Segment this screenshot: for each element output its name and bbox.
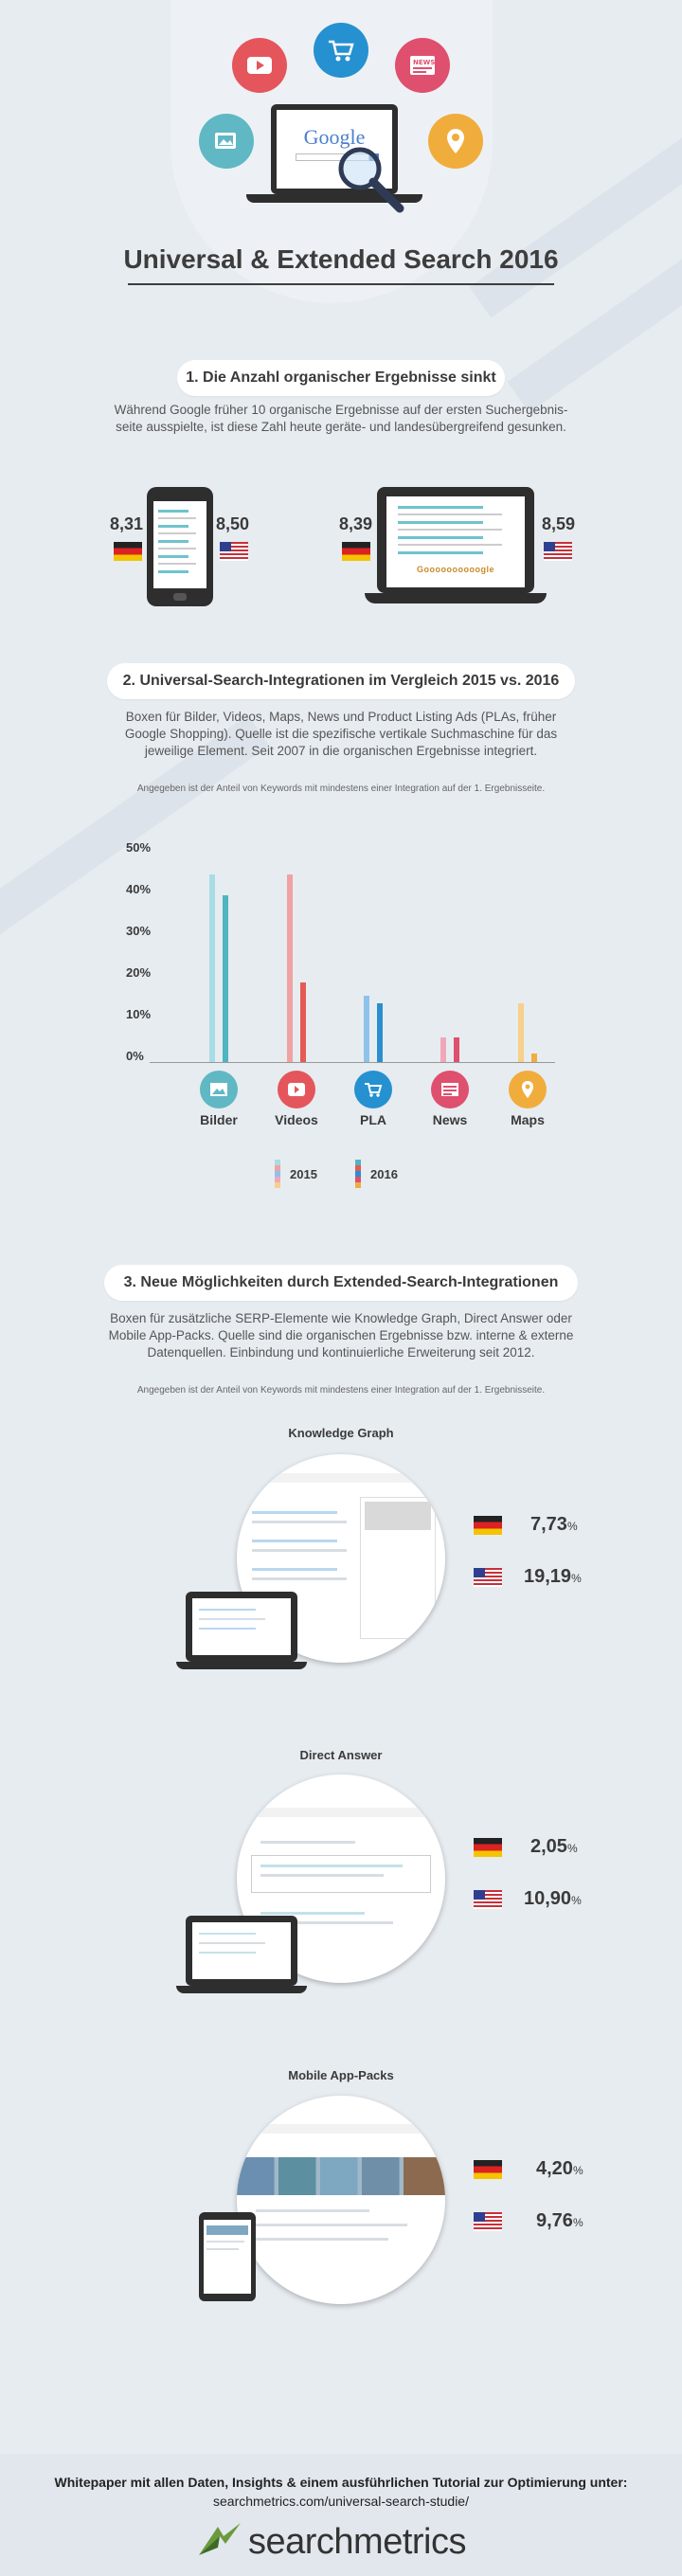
desktop-de-value: 8,39 — [339, 514, 373, 533]
category-label-bilder: Bilder — [200, 1112, 238, 1127]
direct-answer-title: Direct Answer — [299, 1748, 383, 1762]
flag-germany-icon — [474, 1516, 502, 1535]
tablet-illustration — [199, 2212, 256, 2301]
bar-2016-news — [454, 1036, 459, 1062]
bar-2015-maps — [518, 1003, 524, 1062]
bar-2016-bilder — [223, 895, 228, 1062]
kg-de-value: 7,73% — [530, 1514, 578, 1535]
laptop-illustration: Goooooooooogle — [377, 487, 534, 593]
video-icon — [278, 1071, 315, 1108]
title-underline — [128, 283, 554, 285]
kg-laptop-base — [176, 1662, 307, 1669]
section1-heading: 1. Die Anzahl organischer Ergebnisse sin… — [177, 360, 505, 396]
laptop-google-logo: Goooooooooogle — [417, 565, 494, 574]
da-laptop-illustration — [186, 1916, 297, 1986]
flag-germany-icon — [474, 1838, 502, 1857]
x-axis-line — [150, 1062, 555, 1063]
svg-text:NEWS: NEWS — [413, 59, 435, 66]
flag-usa-icon — [474, 1890, 502, 1909]
image-icon — [199, 114, 254, 169]
bar-2015-bilder — [209, 874, 215, 1062]
section3-heading: 3. Neue Möglichkeiten durch Extended-Sea… — [104, 1265, 578, 1301]
map-pin-icon — [509, 1071, 547, 1108]
flag-germany-icon — [342, 542, 370, 561]
section2-note: Angegeben ist der Anteil von Keywords mi… — [136, 784, 546, 794]
news-icon: NEWS — [395, 38, 450, 93]
footer-link[interactable]: searchmetrics.com/universal-search-studi… — [0, 2494, 682, 2509]
map-pin-icon — [428, 114, 483, 169]
category-label-news: News — [432, 1112, 468, 1127]
legend-label-2015: 2015 — [290, 1167, 317, 1181]
app-de-value: 4,20% — [536, 2158, 583, 2179]
section1-text: Während Google früher 10 organische Erge… — [114, 403, 568, 434]
y-tick-20: 20% — [126, 965, 152, 980]
page-title: Universal & Extended Search 2016 — [123, 244, 559, 274]
y-tick-0: 0% — [126, 1049, 144, 1063]
y-tick-40: 40% — [126, 882, 152, 896]
phone-illustration — [147, 487, 213, 606]
footer-whitepaper-text: Whitepaper mit allen Daten, Insights & e… — [54, 2475, 628, 2490]
da-de-value: 2,05% — [530, 1836, 578, 1857]
shopping-cart-icon — [354, 1071, 392, 1108]
y-tick-50: 50% — [126, 840, 152, 855]
magnifier-icon — [333, 142, 409, 218]
knowledge-graph-title: Knowledge Graph — [288, 1426, 394, 1440]
bar-2016-videos — [300, 982, 306, 1062]
app-packs-title: Mobile App-Packs — [288, 2068, 394, 2082]
laptop-base — [365, 593, 547, 603]
desktop-us-value: 8,59 — [542, 514, 576, 533]
category-label-videos: Videos — [275, 1112, 318, 1127]
section2-heading: 2. Universal-Search-Integrationen im Ver… — [107, 663, 575, 699]
y-tick-30: 30% — [126, 924, 152, 938]
flag-germany-icon — [474, 2160, 502, 2179]
app-packs-screenshot — [237, 2096, 445, 2304]
kg-us-value: 19,19% — [524, 1566, 582, 1587]
mobile-us-value: 8,50 — [216, 514, 250, 533]
section3-text: Boxen für zusätzliche SERP-Elemente wie … — [108, 1311, 574, 1360]
searchmetrics-logo: searchmetrics — [248, 2522, 467, 2562]
bar-chart: 50% 40% 30% 20% 10% 0% — [0, 824, 682, 1146]
searchmetrics-logo-icon — [197, 2523, 244, 2561]
bar-2015-videos — [287, 874, 293, 1062]
legend-swatch-2015 — [275, 1160, 280, 1188]
bar-2015-pla — [364, 995, 369, 1062]
flag-germany-icon — [114, 542, 142, 561]
flag-usa-icon — [474, 1568, 502, 1587]
news-icon — [431, 1071, 469, 1108]
flag-usa-icon — [544, 542, 572, 561]
da-us-value: 10,90% — [524, 1888, 582, 1909]
da-laptop-base — [176, 1986, 307, 1993]
flag-usa-icon — [474, 2212, 502, 2231]
legend-swatch-2016 — [355, 1160, 361, 1188]
category-label-pla: PLA — [360, 1112, 386, 1127]
flag-usa-icon — [220, 542, 248, 561]
y-tick-10: 10% — [126, 1007, 152, 1021]
app-us-value: 9,76% — [536, 2210, 583, 2231]
video-icon — [232, 38, 287, 93]
mobile-de-value: 8,31 — [110, 514, 144, 533]
category-label-maps: Maps — [511, 1112, 545, 1127]
bar-2016-pla — [377, 1003, 383, 1062]
bar-2015-news — [440, 1036, 446, 1062]
bar-2016-maps — [531, 1054, 537, 1062]
shopping-cart-icon — [314, 23, 368, 78]
legend-label-2016: 2016 — [370, 1167, 398, 1181]
kg-laptop-illustration — [186, 1592, 297, 1662]
image-icon — [200, 1071, 238, 1108]
section2-text: Boxen für Bilder, Videos, Maps, News und… — [124, 710, 558, 758]
section3-note: Angegeben ist der Anteil von Keywords mi… — [136, 1385, 546, 1396]
